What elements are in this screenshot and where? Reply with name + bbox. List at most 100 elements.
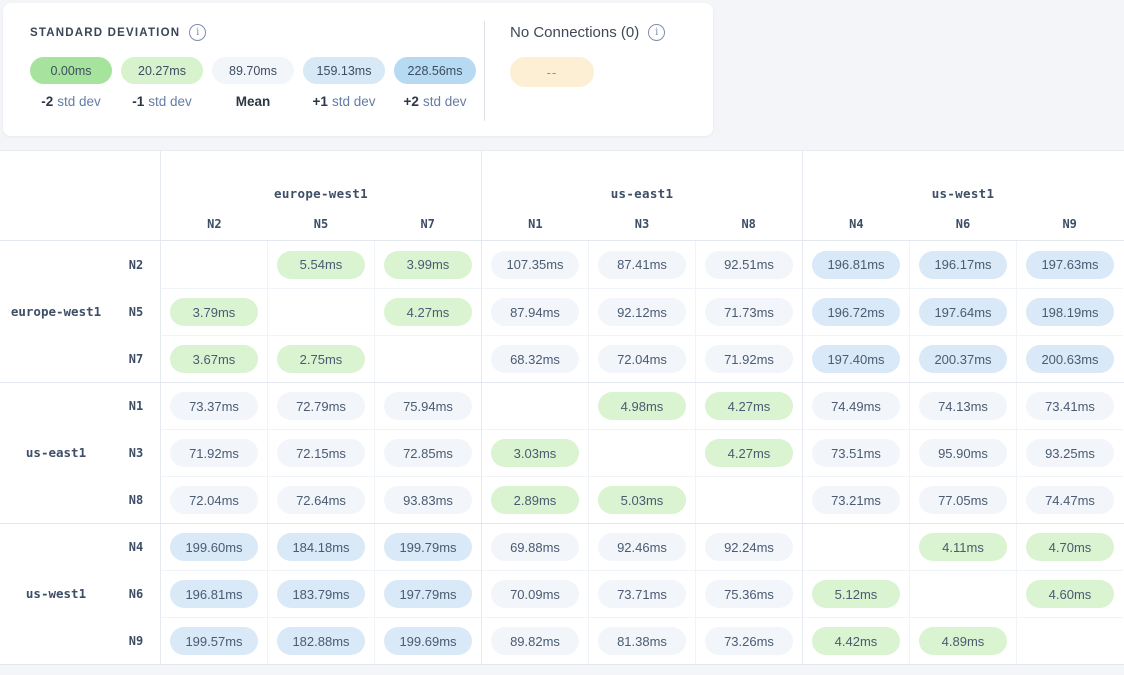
- matrix-cell: [1016, 617, 1123, 664]
- node-column-header: N6: [910, 217, 1017, 231]
- matrix-cell: 73.71ms: [588, 570, 695, 617]
- column-group-us-east1: us-east1N1N3N8: [481, 151, 802, 240]
- matrix-cell: 93.25ms: [1016, 429, 1123, 476]
- row-header: europe-west1N5: [0, 288, 160, 335]
- row-header: N1: [0, 383, 160, 429]
- matrix-cell: [160, 241, 267, 288]
- region-row-label: us-west1: [0, 586, 112, 601]
- latency-chip: 73.21ms: [812, 486, 900, 514]
- latency-chip: 87.41ms: [598, 251, 686, 279]
- legend-chip: 0.00ms: [30, 57, 112, 84]
- matrix-cell: 4.27ms: [695, 383, 802, 429]
- no-connections-title: No Connections (0): [510, 24, 639, 41]
- latency-chip: 196.81ms: [812, 251, 900, 279]
- info-icon[interactable]: i: [648, 24, 665, 41]
- node-row-label: N5: [112, 305, 160, 319]
- latency-chip: 71.92ms: [705, 345, 793, 373]
- matrix-cell: 196.81ms: [160, 570, 267, 617]
- node-column-header: N9: [1016, 217, 1123, 231]
- matrix-cell: 3.99ms: [374, 241, 481, 288]
- matrix-header: europe-west1N2N5N7us-east1N1N3N8us-west1…: [0, 151, 1124, 241]
- latency-chip: 87.94ms: [491, 298, 579, 326]
- matrix-cell: 3.03ms: [481, 429, 588, 476]
- latency-chip: 72.04ms: [170, 486, 258, 514]
- matrix-cell: 5.54ms: [267, 241, 374, 288]
- legend-bucket-label: -1std dev: [121, 94, 203, 109]
- row-header: N2: [0, 241, 160, 288]
- info-icon[interactable]: i: [189, 24, 206, 41]
- latency-chip: 72.15ms: [277, 439, 365, 467]
- node-column-header: N4: [803, 217, 910, 231]
- matrix-cell: 196.81ms: [802, 241, 909, 288]
- matrix-cell: 92.24ms: [695, 524, 802, 570]
- legend-chip: 20.27ms: [121, 57, 203, 84]
- latency-chip: 5.12ms: [812, 580, 900, 608]
- latency-chip: 73.41ms: [1026, 392, 1114, 420]
- matrix-cell: 199.57ms: [160, 617, 267, 664]
- legend-bucket-label: +1std dev: [303, 94, 385, 109]
- node-column-header: N3: [589, 217, 696, 231]
- matrix-cell: 3.67ms: [160, 335, 267, 382]
- matrix-cell: 92.51ms: [695, 241, 802, 288]
- latency-chip: 93.25ms: [1026, 439, 1114, 467]
- row-header: N7: [0, 335, 160, 382]
- matrix-cell: 75.36ms: [695, 570, 802, 617]
- legend-chip: 228.56ms: [394, 57, 476, 84]
- matrix-cell: 73.41ms: [1016, 383, 1123, 429]
- matrix-cell: 72.64ms: [267, 476, 374, 523]
- latency-chip: 4.60ms: [1026, 580, 1114, 608]
- latency-chip: 184.18ms: [277, 533, 365, 561]
- matrix-cell: 68.32ms: [481, 335, 588, 382]
- node-row-label: N1: [112, 399, 160, 413]
- matrix-cell: 2.89ms: [481, 476, 588, 523]
- matrix-cell: 2.75ms: [267, 335, 374, 382]
- latency-chip: 200.63ms: [1026, 345, 1114, 373]
- latency-chip: 198.19ms: [1026, 298, 1114, 326]
- latency-chip: 4.27ms: [705, 392, 793, 420]
- row-header: us-east1N3: [0, 429, 160, 476]
- no-connections-section: No Connections (0) i --: [485, 24, 665, 136]
- latency-chip: 4.27ms: [384, 298, 472, 326]
- latency-chip: 72.04ms: [598, 345, 686, 373]
- latency-chip: 92.24ms: [705, 533, 793, 561]
- region-row-label: europe-west1: [0, 304, 112, 319]
- latency-chip: 107.35ms: [491, 251, 579, 279]
- matrix-cell: 197.64ms: [909, 288, 1016, 335]
- matrix-cell: 200.37ms: [909, 335, 1016, 382]
- latency-chip: 72.79ms: [277, 392, 365, 420]
- matrix-cell: [481, 383, 588, 429]
- latency-chip: 73.51ms: [812, 439, 900, 467]
- node-column-header: N1: [482, 217, 589, 231]
- legend-labels-row: -2std dev -1std dev Mean +1std dev +2std…: [30, 94, 484, 109]
- latency-chip: 70.09ms: [491, 580, 579, 608]
- matrix-cell: 199.60ms: [160, 524, 267, 570]
- no-connection-chip: --: [510, 57, 594, 87]
- matrix-cell: 81.38ms: [588, 617, 695, 664]
- latency-chip: 71.92ms: [170, 439, 258, 467]
- column-group-us-west1: us-west1N4N6N9: [802, 151, 1123, 240]
- matrix-cell: 77.05ms: [909, 476, 1016, 523]
- matrix-cell: 72.79ms: [267, 383, 374, 429]
- latency-chip: 3.67ms: [170, 345, 258, 373]
- matrix-row: N4199.60ms184.18ms199.79ms69.88ms92.46ms…: [0, 523, 1124, 570]
- matrix-cell: 95.90ms: [909, 429, 1016, 476]
- matrix-cell: 4.27ms: [374, 288, 481, 335]
- latency-chip: 75.94ms: [384, 392, 472, 420]
- latency-chip: 77.05ms: [919, 486, 1007, 514]
- matrix-cell: 197.40ms: [802, 335, 909, 382]
- matrix-cell: 184.18ms: [267, 524, 374, 570]
- latency-matrix: europe-west1N2N5N7us-east1N1N3N8us-west1…: [0, 150, 1124, 665]
- latency-chip: 4.98ms: [598, 392, 686, 420]
- latency-chip: 200.37ms: [919, 345, 1007, 373]
- matrix-cell: 92.12ms: [588, 288, 695, 335]
- matrix-cell: 198.19ms: [1016, 288, 1123, 335]
- latency-chip: 4.70ms: [1026, 533, 1114, 561]
- matrix-cell: 93.83ms: [374, 476, 481, 523]
- matrix-cell: 196.17ms: [909, 241, 1016, 288]
- latency-chip: 199.57ms: [170, 627, 258, 655]
- latency-chip: 69.88ms: [491, 533, 579, 561]
- region-row-label: us-east1: [0, 445, 112, 460]
- matrix-cell: [588, 429, 695, 476]
- latency-chip: 2.75ms: [277, 345, 365, 373]
- matrix-cell: 182.88ms: [267, 617, 374, 664]
